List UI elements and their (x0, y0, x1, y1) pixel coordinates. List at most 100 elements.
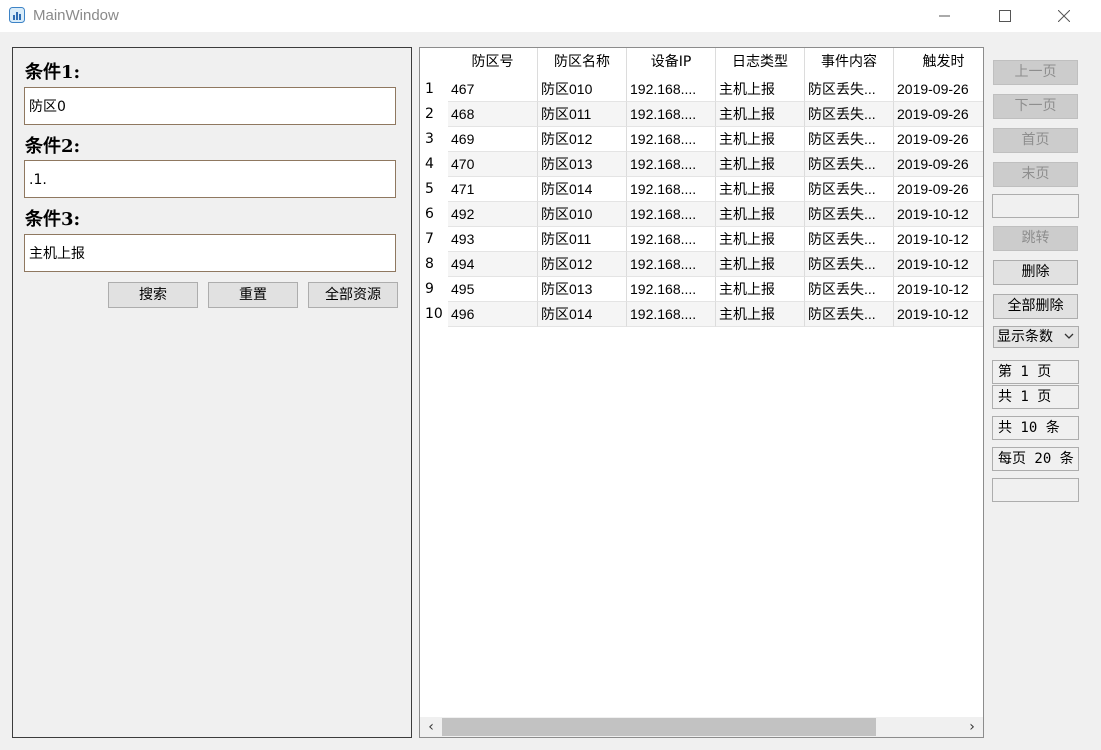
table-cell[interactable]: 主机上报 (716, 277, 805, 302)
reset-button[interactable]: 重置 (208, 282, 298, 308)
table-cell[interactable]: 防区013 (538, 152, 627, 177)
table-cell[interactable]: 防区012 (538, 127, 627, 152)
page-size-select[interactable]: 显示条数 (993, 326, 1079, 348)
table-row[interactable]: 5 471 防区014 192.168.... 主机上报 防区丢失... 2019-09-2… (420, 177, 983, 202)
column-header[interactable]: 设备IP (627, 48, 716, 77)
table-cell[interactable]: 192.168.... (627, 252, 716, 277)
table-cell[interactable]: 2019-10-12 (894, 202, 983, 227)
table-cell[interactable]: 防区丢失... (805, 202, 894, 227)
table-row[interactable]: 3 469 防区012 192.168.... 主机上报 防区丢失... 2019-09-2… (420, 127, 983, 152)
table-cell[interactable]: 192.168.... (627, 152, 716, 177)
table-row[interactable]: 8 494 防区012 192.168.... 主机上报 防区丢失... 2019-10-1… (420, 252, 983, 277)
table-cell[interactable]: 496 (448, 302, 538, 327)
table-cell[interactable]: 192.168.... (627, 277, 716, 302)
table-cell[interactable]: 防区013 (538, 277, 627, 302)
table-row[interactable]: 6 492 防区010 192.168.... 主机上报 防区丢失... 2019-10-1… (420, 202, 983, 227)
table-cell[interactable]: 2019-10-12 (894, 302, 983, 327)
condition-2-input[interactable]: .1. (24, 160, 396, 198)
table-cell[interactable]: 192.168.... (627, 102, 716, 127)
first-page-button[interactable]: 首页 (993, 128, 1078, 153)
column-header[interactable]: 防区号 (448, 48, 538, 77)
scroll-right-icon[interactable]: › (965, 719, 979, 735)
condition-1-input[interactable]: 防区0 (24, 87, 396, 125)
table-cell[interactable]: 192.168.... (627, 202, 716, 227)
column-header[interactable]: 日志类型 (716, 48, 805, 77)
table-cell[interactable]: 493 (448, 227, 538, 252)
table-cell[interactable]: 2019-09-26 (894, 77, 983, 102)
table-cell[interactable]: 192.168.... (627, 77, 716, 102)
table-cell[interactable]: 防区012 (538, 252, 627, 277)
table-cell[interactable]: 471 (448, 177, 538, 202)
table-cell[interactable]: 2019-10-12 (894, 227, 983, 252)
table-row[interactable]: 10 496 防区014 192.168.... 主机上报 防区丢失... 2019-10-… (420, 302, 983, 327)
table-row[interactable]: 9 495 防区013 192.168.... 主机上报 防区丢失... 2019-10-1… (420, 277, 983, 302)
delete-all-button[interactable]: 全部删除 (993, 294, 1078, 319)
table-cell[interactable]: 2019-09-26 (894, 177, 983, 202)
table-cell[interactable]: 主机上报 (716, 227, 805, 252)
table-cell[interactable]: 2019-10-12 (894, 277, 983, 302)
table-cell[interactable]: 492 (448, 202, 538, 227)
table-cell[interactable]: 防区丢失... (805, 177, 894, 202)
next-page-button[interactable]: 下一页 (993, 94, 1078, 119)
table-cell[interactable]: 192.168.... (627, 227, 716, 252)
table-cell[interactable]: 主机上报 (716, 152, 805, 177)
table-cell[interactable]: 防区丢失... (805, 227, 894, 252)
column-header[interactable]: 触发时 (894, 48, 983, 77)
table-cell[interactable]: 主机上报 (716, 177, 805, 202)
row-number: 7 (420, 227, 448, 252)
table-cell[interactable]: 主机上报 (716, 202, 805, 227)
column-header[interactable]: 事件内容 (805, 48, 894, 77)
table-cell[interactable]: 防区014 (538, 177, 627, 202)
last-page-button[interactable]: 末页 (993, 162, 1078, 187)
column-header[interactable]: 防区名称 (538, 48, 627, 77)
table-cell[interactable]: 192.168.... (627, 177, 716, 202)
table-cell[interactable]: 主机上报 (716, 302, 805, 327)
maximize-button[interactable] (982, 0, 1028, 32)
condition-1-label: 条件1: (25, 62, 81, 83)
table-cell[interactable]: 防区010 (538, 77, 627, 102)
table-cell[interactable]: 467 (448, 77, 538, 102)
table-cell[interactable]: 防区011 (538, 102, 627, 127)
close-button[interactable] (1041, 0, 1087, 32)
table-cell[interactable]: 防区010 (538, 202, 627, 227)
table-cell[interactable]: 防区丢失... (805, 127, 894, 152)
delete-button[interactable]: 删除 (993, 260, 1078, 285)
jump-page-input[interactable] (992, 194, 1079, 218)
table-cell[interactable]: 2019-09-26 (894, 102, 983, 127)
table-cell[interactable]: 防区丢失... (805, 252, 894, 277)
table-row[interactable]: 2 468 防区011 192.168.... 主机上报 防区丢失... 2019-09-2… (420, 102, 983, 127)
table-cell[interactable]: 495 (448, 277, 538, 302)
table-cell[interactable]: 主机上报 (716, 102, 805, 127)
table-row[interactable]: 4 470 防区013 192.168.... 主机上报 防区丢失... 2019-09-2… (420, 152, 983, 177)
horizontal-scrollbar[interactable]: ‹ › (420, 717, 983, 737)
table-cell[interactable]: 2019-09-26 (894, 127, 983, 152)
table-cell[interactable]: 防区丢失... (805, 77, 894, 102)
condition-3-input[interactable]: 主机上报 (24, 234, 396, 272)
all-resources-button[interactable]: 全部资源 (308, 282, 398, 308)
table-cell[interactable]: 主机上报 (716, 127, 805, 152)
table-cell[interactable]: 主机上报 (716, 252, 805, 277)
table-cell[interactable]: 192.168.... (627, 127, 716, 152)
scroll-left-icon[interactable]: ‹ (424, 719, 438, 735)
table-cell[interactable]: 494 (448, 252, 538, 277)
table-cell[interactable]: 防区014 (538, 302, 627, 327)
table-cell[interactable]: 2019-09-26 (894, 152, 983, 177)
table-cell[interactable]: 470 (448, 152, 538, 177)
table-cell[interactable]: 192.168.... (627, 302, 716, 327)
jump-button[interactable]: 跳转 (993, 226, 1078, 251)
minimize-button[interactable] (922, 0, 968, 32)
table-cell[interactable]: 防区丢失... (805, 102, 894, 127)
table-cell[interactable]: 469 (448, 127, 538, 152)
table-cell[interactable]: 2019-10-12 (894, 252, 983, 277)
table-cell[interactable]: 468 (448, 102, 538, 127)
table-cell[interactable]: 防区丢失... (805, 302, 894, 327)
table-cell[interactable]: 主机上报 (716, 77, 805, 102)
table-cell[interactable]: 防区011 (538, 227, 627, 252)
prev-page-button[interactable]: 上一页 (993, 60, 1078, 85)
scrollbar-thumb[interactable] (442, 718, 876, 736)
table-row[interactable]: 7 493 防区011 192.168.... 主机上报 防区丢失... 2019-10-1… (420, 227, 983, 252)
table-cell[interactable]: 防区丢失... (805, 277, 894, 302)
table-cell[interactable]: 防区丢失... (805, 152, 894, 177)
table-row[interactable]: 1 467 防区010 192.168.... 主机上报 防区丢失... 2019-09-2… (420, 77, 983, 102)
search-button[interactable]: 搜索 (108, 282, 198, 308)
